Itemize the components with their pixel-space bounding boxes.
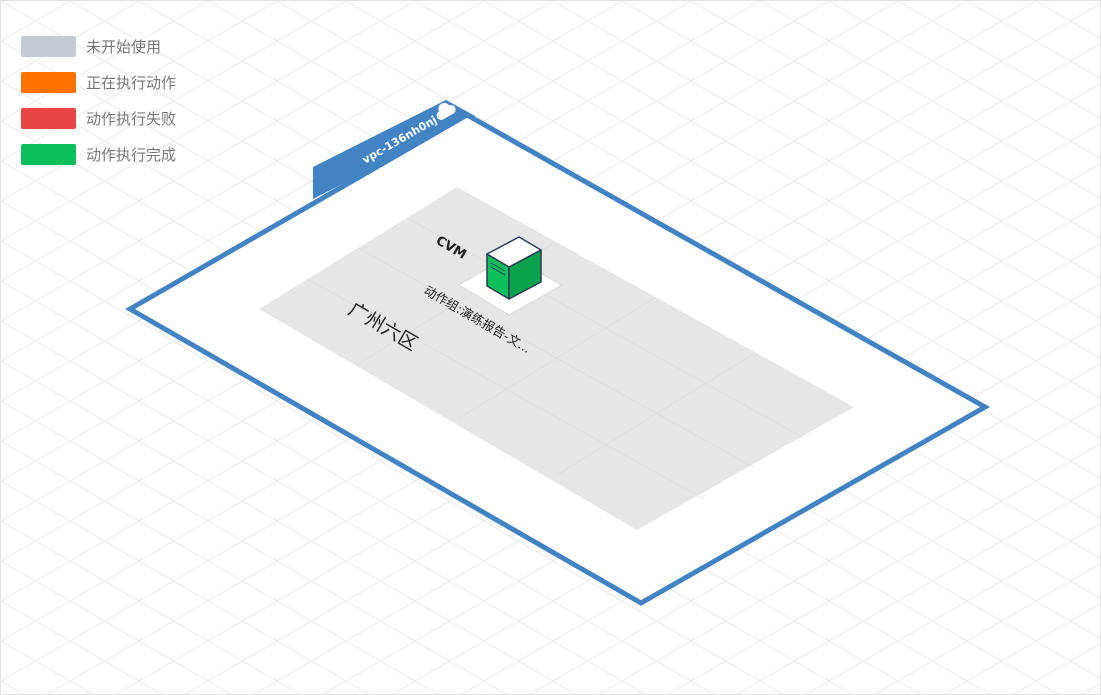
legend-item-completed: 动作执行完成 <box>21 136 176 172</box>
legend-swatch <box>21 35 76 57</box>
legend-label: 动作执行失败 <box>86 109 177 128</box>
legend-swatch <box>21 107 76 129</box>
status-legend: 未开始使用 正在执行动作 动作执行失败 动作执行完成 <box>21 28 176 172</box>
legend-swatch <box>21 143 76 165</box>
legend-item-not-started: 未开始使用 <box>21 28 176 64</box>
legend-item-failed: 动作执行失败 <box>21 100 176 136</box>
legend-item-executing: 正在执行动作 <box>21 64 176 100</box>
legend-label: 未开始使用 <box>86 37 162 56</box>
legend-label: 正在执行动作 <box>86 73 177 92</box>
topology-canvas[interactable]: vpc-136nh0nj 广州六区 CVM 动作组:演练报告-文... 未开始使… <box>0 0 1101 695</box>
legend-swatch <box>21 71 76 93</box>
legend-label: 动作执行完成 <box>86 145 177 164</box>
